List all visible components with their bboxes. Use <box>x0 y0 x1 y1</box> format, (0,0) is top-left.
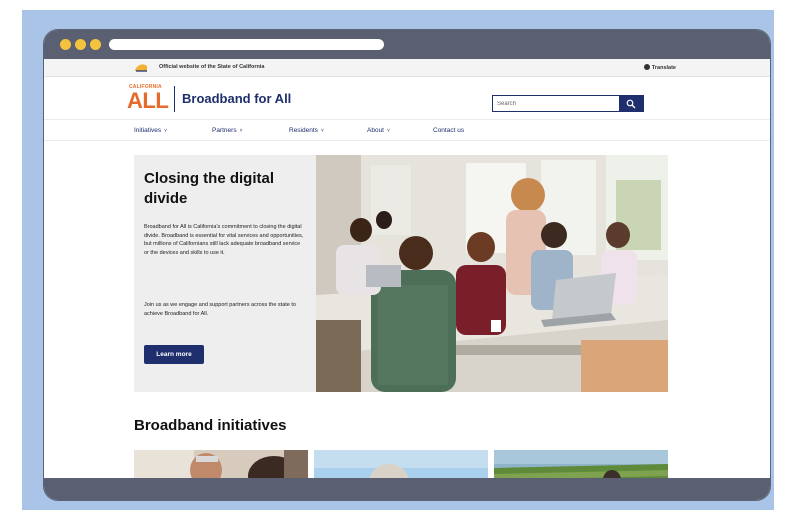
nav-item-residents[interactable]: Residents ˅ <box>289 127 324 134</box>
browser-window: Official website of the State of Califor… <box>44 30 770 500</box>
browser-titlebar <box>44 30 770 59</box>
chevron-down-icon: ˅ <box>387 128 390 134</box>
main-nav: Initiatives ˅ Partners ˅ Residents ˅ About ˅… <box>44 119 770 141</box>
logo-divider <box>174 86 175 112</box>
window-dot-icon[interactable] <box>60 39 71 50</box>
search-button[interactable] <box>619 96 643 111</box>
gov-bar: Official website of the State of Califor… <box>44 59 770 77</box>
hero-paragraph: Join us as we engage and support partner… <box>144 302 296 317</box>
address-bar[interactable] <box>109 39 384 50</box>
hero-paragraph: Broadband for All is California's commit… <box>144 224 304 256</box>
section-title: Broadband initiatives <box>134 417 287 434</box>
nav-item-about[interactable]: About ˅ <box>367 127 390 134</box>
official-website-text: Official website of the State of Califor… <box>159 64 265 70</box>
search-icon <box>626 99 636 109</box>
logo-all-text: ALL <box>127 88 169 113</box>
initiative-card-image[interactable] <box>314 450 488 478</box>
site-title[interactable]: Broadband for All <box>182 91 291 106</box>
translate-link[interactable]: Translate <box>643 64 676 71</box>
browser-bottombar <box>44 478 770 500</box>
chevron-down-icon: ˅ <box>164 128 168 134</box>
window-dot-icon[interactable] <box>90 39 101 50</box>
chevron-down-icon: ˅ <box>320 128 324 134</box>
translate-label: Translate <box>651 65 676 71</box>
nav-item-partners[interactable]: Partners ˅ <box>212 127 243 134</box>
learn-more-button[interactable]: Learn more <box>144 345 204 364</box>
nav-item-contact[interactable]: Contact us <box>433 127 464 134</box>
initiative-card-image[interactable] <box>134 450 308 478</box>
nav-item-initiatives[interactable]: Initiatives ˅ <box>134 127 167 134</box>
globe-icon <box>643 64 650 70</box>
window-dot-icon[interactable] <box>75 39 86 50</box>
chevron-down-icon: ˅ <box>239 128 243 134</box>
search-input[interactable] <box>493 96 618 111</box>
hero-title: Closing the digital divide <box>144 170 274 207</box>
ca-gov-logo-icon[interactable] <box>134 62 148 73</box>
hero-classroom-image <box>316 155 668 392</box>
initiative-card-image[interactable] <box>494 450 668 478</box>
website: Official website of the State of Califor… <box>44 59 770 478</box>
search-form <box>492 95 644 112</box>
